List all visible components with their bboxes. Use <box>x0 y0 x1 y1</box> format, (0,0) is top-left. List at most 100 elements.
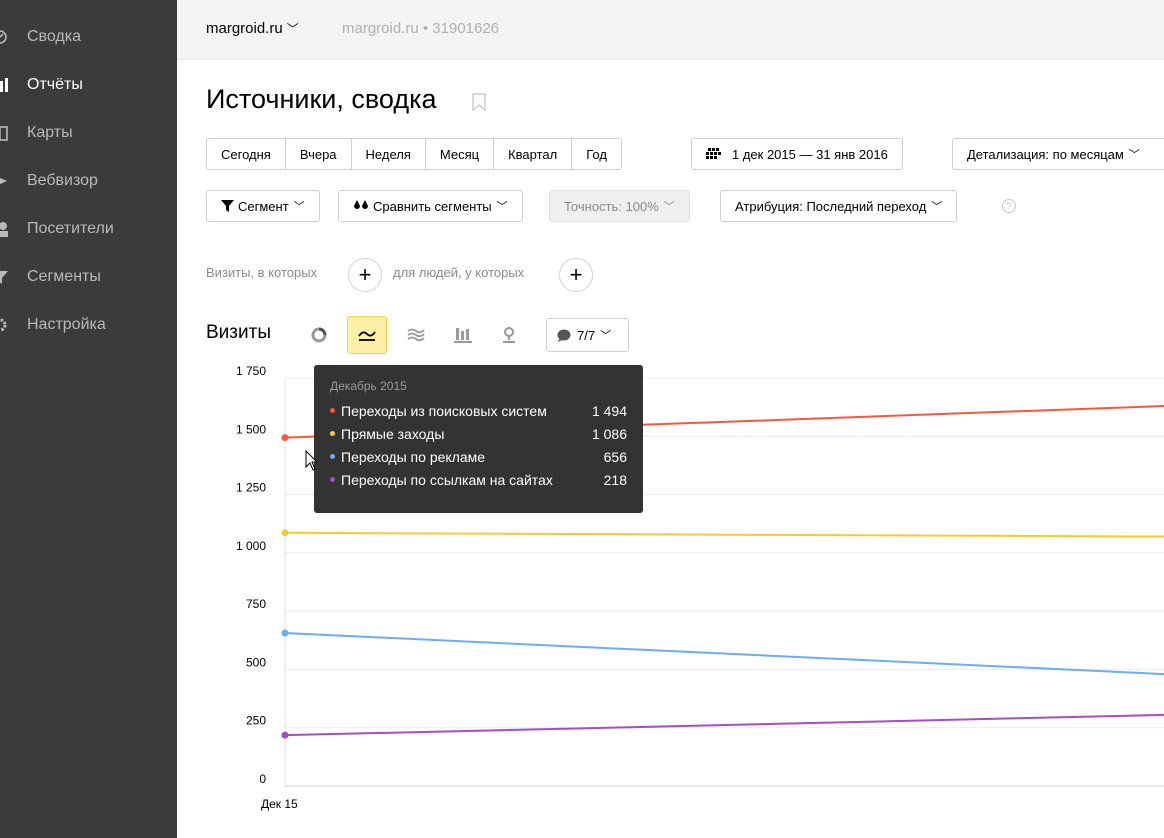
sidebar: Сводка Отчёты Карты Вебвизор Посетители … <box>0 0 177 838</box>
y-tick-label: 0 <box>259 772 266 786</box>
calendar-icon <box>706 148 721 159</box>
sidebar-item-reports[interactable]: Отчёты <box>0 70 177 100</box>
sidebar-item-dashboard[interactable]: Сводка <box>0 22 177 52</box>
chart-tooltip: Декабрь 2015 Переходы из поисковых систе… <box>314 365 643 513</box>
accuracy-dropdown[interactable]: Точность: 100% ﹀ <box>549 190 690 222</box>
people-condition-label: для людей, у которых <box>393 265 525 280</box>
chevron-down-icon: ﹀ <box>286 22 299 36</box>
compare-drops-icon <box>354 200 368 209</box>
sidebar-item-label: Сегменты <box>27 268 101 285</box>
series-color-dot <box>330 431 335 436</box>
attribution-dropdown[interactable]: Атрибуция: Последний переход ﹀ <box>720 190 958 222</box>
date-range-label: 1 дек 2015 — 31 янв 2016 <box>732 146 888 162</box>
sidebar-item-label: Вебвизор <box>27 172 98 189</box>
sidebar-item-label: Посетители <box>27 220 114 237</box>
date-range-button[interactable]: 1 дек 2015 — 31 янв 2016 <box>691 138 903 170</box>
bar-chart-icon <box>0 78 8 92</box>
filter-icon <box>0 271 8 284</box>
page-title: Источники, сводка <box>206 84 437 114</box>
tooltip-row: Переходы из поисковых систем 1 494 <box>330 399 627 422</box>
chevron-down-icon: ﹀ <box>293 201 305 213</box>
chart-type-area-button[interactable] <box>396 316 436 354</box>
tooltip-series-value: 656 <box>603 448 627 465</box>
tooltip-series-name: Переходы из поисковых систем <box>341 402 547 419</box>
period-month-button[interactable]: Месяц <box>425 138 495 170</box>
period-today-button[interactable]: Сегодня <box>206 138 286 170</box>
map-icon <box>0 126 8 141</box>
sidebar-item-label: Отчёты <box>27 76 83 93</box>
sidebar-item-label: Настройка <box>27 316 106 333</box>
sidebar-item-label: Карты <box>27 124 73 141</box>
tooltip-series-name: Переходы по ссылкам на сайтах <box>341 471 553 488</box>
tooltip-row: Прямые заходы 1 086 <box>330 422 627 445</box>
period-year-button[interactable]: Год <box>572 138 622 170</box>
column-chart-icon <box>454 328 472 343</box>
series-line <box>284 713 1164 737</box>
chart-type-pie-button[interactable] <box>299 316 339 354</box>
tooltip-series-value: 1 494 <box>591 402 627 419</box>
mouse-cursor-icon <box>305 450 319 471</box>
pie-chart-icon <box>311 327 327 343</box>
series-line <box>284 531 1164 538</box>
series-point <box>281 529 289 537</box>
help-icon[interactable]: ? <box>1002 199 1016 213</box>
detail-dropdown[interactable]: Детализация: по месяцам ﹀ <box>952 138 1164 170</box>
series-line <box>284 632 1164 676</box>
app-root: Сводка Отчёты Карты Вебвизор Посетители … <box>0 0 1164 838</box>
gear-icon <box>0 318 7 332</box>
sidebar-item-maps[interactable]: Карты <box>0 118 177 148</box>
line-chart-icon <box>358 331 376 341</box>
chart-type-line-button[interactable] <box>347 316 387 354</box>
series-color-dot <box>330 454 335 459</box>
sidebar-item-settings[interactable]: Настройка <box>0 310 177 340</box>
tooltip-series-value: 218 <box>603 471 627 488</box>
y-tick-label: 750 <box>246 597 266 611</box>
y-tick-label: 1 250 <box>236 481 266 495</box>
sidebar-item-segments[interactable]: Сегменты <box>0 262 177 292</box>
tooltip-row: Переходы по рекламе 656 <box>330 445 627 468</box>
series-count: 7/7 <box>577 327 596 343</box>
bookmark-icon[interactable] <box>472 93 486 111</box>
add-people-condition-button[interactable]: + <box>559 258 593 292</box>
y-tick-label: 1 500 <box>236 422 266 436</box>
tooltip-series-name: Переходы по рекламе <box>341 448 486 465</box>
series-selector-button[interactable]: 7/7 ﹀ <box>546 318 629 352</box>
segment-button[interactable]: Сегмент ﹀ <box>206 190 320 222</box>
top-bar: margroid.ru ﹀ margroid.ru • 31901626 <box>177 0 1164 60</box>
period-quarter-button[interactable]: Квартал <box>494 138 573 170</box>
site-selector[interactable]: margroid.ru ﹀ <box>206 20 299 37</box>
compare-segments-button[interactable]: Сравнить сегменты ﹀ <box>338 190 523 222</box>
stacked-area-icon <box>407 328 425 342</box>
sidebar-item-webvisor[interactable]: Вебвизор <box>0 166 177 196</box>
chart-type-map-button[interactable] <box>489 316 529 354</box>
sidebar-item-visitors[interactable]: Посетители <box>0 214 177 244</box>
comment-bubble-icon <box>557 329 571 342</box>
series-color-dot <box>330 408 335 413</box>
period-buttons: Сегодня Вчера Неделя Месяц Квартал Год <box>206 138 622 170</box>
y-tick-label: 1 750 <box>236 364 266 378</box>
y-tick-label: 1 000 <box>236 539 266 553</box>
tooltip-series-name: Прямые заходы <box>341 425 445 442</box>
chevron-down-icon: ﹀ <box>931 201 943 213</box>
y-tick-label: 500 <box>246 655 266 669</box>
add-visit-condition-button[interactable]: + <box>348 258 382 292</box>
site-counter: margroid.ru • 31901626 <box>342 20 500 37</box>
segment-label: Сегмент <box>238 198 289 214</box>
tooltip-row: Переходы по ссылкам на сайтах 218 <box>330 468 627 491</box>
series-color-dot <box>330 477 335 482</box>
x-tick-label: Дек 15 <box>261 797 298 811</box>
chevron-down-icon: ﹀ <box>496 201 508 213</box>
user-icon <box>0 222 8 237</box>
site-name: margroid.ru <box>206 20 283 37</box>
period-yesterday-button[interactable]: Вчера <box>285 138 352 170</box>
period-week-button[interactable]: Неделя <box>351 138 426 170</box>
chart-type-bar-button[interactable] <box>443 316 483 354</box>
series-point <box>281 629 289 637</box>
dashboard-icon <box>0 30 7 44</box>
chart-title: Визиты <box>206 322 271 343</box>
attribution-label: Атрибуция: Последний переход <box>735 198 927 214</box>
tooltip-title: Декабрь 2015 <box>330 379 407 393</box>
series-point <box>281 434 289 442</box>
tooltip-series-value: 1 086 <box>591 425 627 442</box>
accuracy-label: Точность: 100% <box>564 198 659 214</box>
